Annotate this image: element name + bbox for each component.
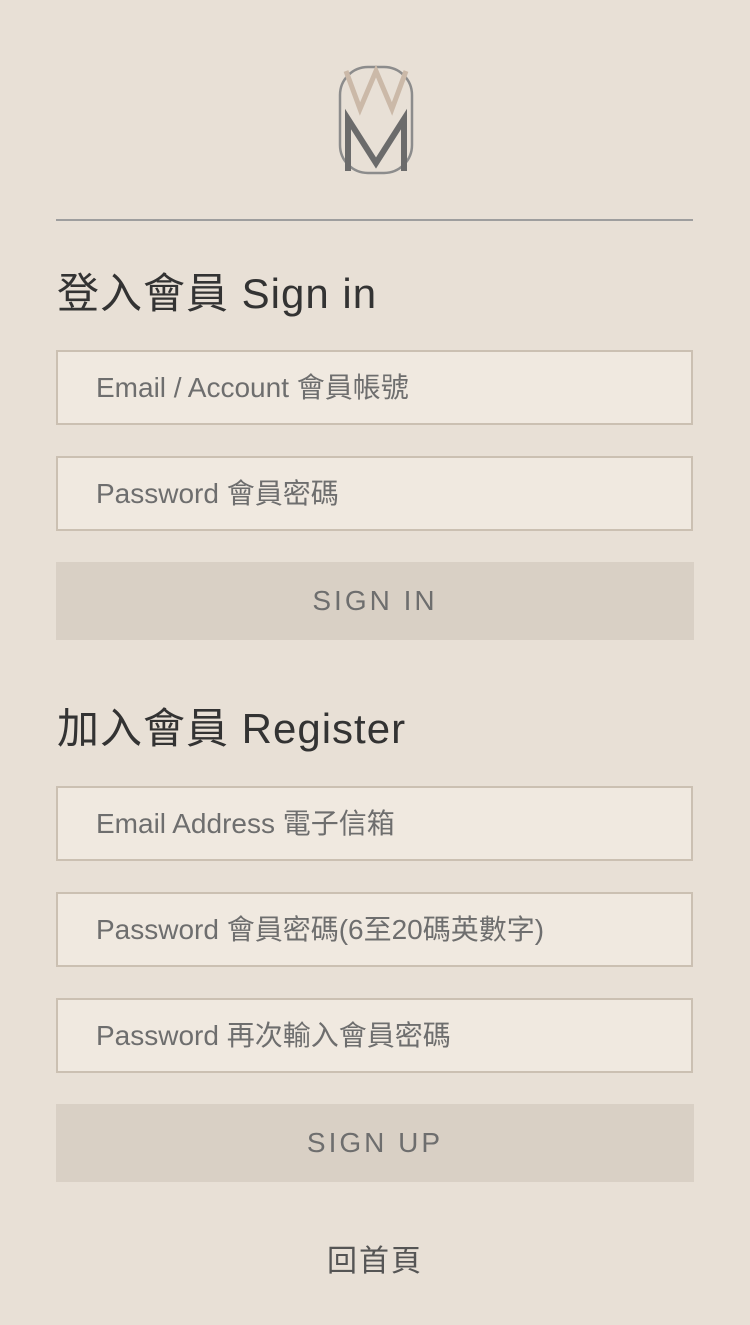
signin-email-input[interactable]	[56, 350, 693, 425]
home-link[interactable]: 回首頁	[0, 1236, 750, 1280]
signin-button[interactable]: SIGN IN	[56, 562, 694, 640]
signin-password-input[interactable]	[56, 456, 693, 531]
register-password-input[interactable]	[56, 892, 693, 967]
register-title: 加入會員 Register	[57, 705, 407, 752]
header-divider	[56, 219, 693, 221]
brand-logo-icon	[338, 65, 414, 175]
signin-title: 登入會員 Sign in	[57, 270, 378, 317]
signup-button[interactable]: SIGN UP	[56, 1104, 694, 1182]
register-confirm-password-input[interactable]	[56, 998, 693, 1073]
register-email-input[interactable]	[56, 786, 693, 861]
